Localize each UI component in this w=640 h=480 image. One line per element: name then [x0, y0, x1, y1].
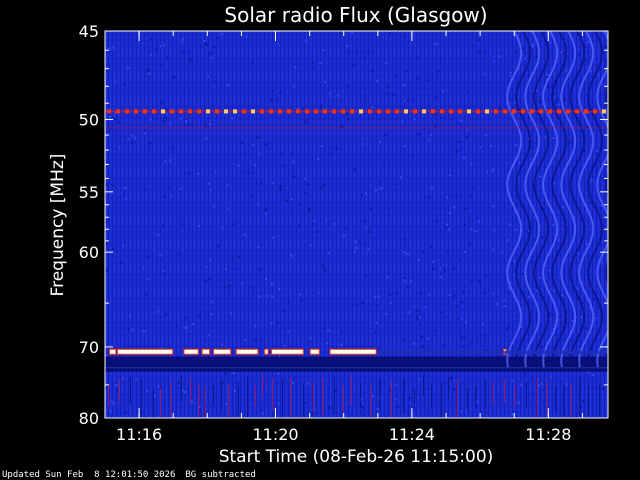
- spectrogram-chart: 45 50 55 60 70 80 11:16 11:20 11:24 11:28 Solar …: [48, 3, 609, 467]
- x-tick-label: 11:20: [252, 425, 298, 444]
- dark-band: [105, 356, 608, 372]
- y-tick-label: 50: [79, 110, 99, 129]
- y-tick-label: 60: [79, 243, 99, 262]
- x-tick-label: 11:28: [525, 425, 571, 444]
- update-timestamp: Updated Sun Feb 8 12:01:50 2026: [2, 470, 176, 480]
- secondary-interference-line: [105, 127, 608, 129]
- x-tick-label: 11:24: [389, 425, 435, 444]
- y-axis-label: Frequency [MHz]: [48, 154, 68, 297]
- processing-note: BG subtracted: [185, 470, 256, 480]
- y-tick-label: 55: [79, 183, 99, 202]
- y-tick-label: 45: [79, 22, 99, 41]
- y-tick-label: 80: [79, 409, 99, 428]
- y-tick-label: 70: [79, 338, 99, 357]
- x-tick-label: 11:16: [116, 425, 162, 444]
- x-axis-label: Start Time (08-Feb-26 11:15:00): [219, 447, 494, 467]
- chart-title: Solar radio Flux (Glasgow): [224, 3, 487, 27]
- spectrogram-figure: 45 50 55 60 70 80 11:16 11:20 11:24 11:28 Solar …: [0, 0, 640, 480]
- footer: Updated Sun Feb 8 12:01:50 2026 BG subtra…: [2, 470, 266, 480]
- lower-interference-line: [105, 367, 608, 369]
